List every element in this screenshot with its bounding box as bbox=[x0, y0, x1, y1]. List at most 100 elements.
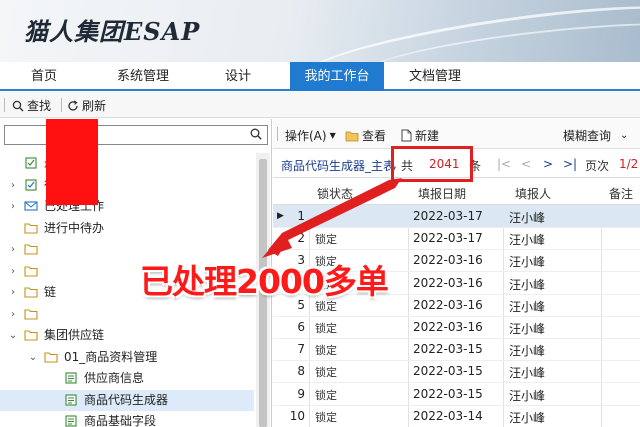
tree-item[interactable]: ⌄ 01_商品资料管理 bbox=[0, 347, 254, 368]
column-header-fill-date[interactable]: 填报日期 bbox=[418, 185, 466, 202]
tab-home[interactable]: 首页 bbox=[18, 62, 70, 91]
row-number: 7 bbox=[297, 342, 305, 357]
folder-icon bbox=[345, 131, 359, 141]
chevron-right-icon[interactable]: › bbox=[8, 175, 18, 196]
lock-status-cell: 锁定 bbox=[315, 410, 337, 424]
row-number: 10 bbox=[289, 408, 305, 423]
fill-date-cell: 2022-03-14 bbox=[413, 408, 483, 423]
filler-cell: 汪小峰 bbox=[509, 344, 546, 359]
chevron-down-icon: ⌄ bbox=[620, 130, 629, 141]
annotation-text: 已处理2000多单 bbox=[140, 262, 389, 301]
tree-item[interactable]: ›待办事宜 bbox=[0, 175, 254, 196]
tree-item[interactable]: 商品基础字段 bbox=[0, 411, 254, 427]
tree-item[interactable]: 供应商信息 bbox=[0, 368, 254, 389]
tree-item[interactable]: 最近使用 bbox=[0, 153, 254, 174]
filler-cell: 汪小峰 bbox=[509, 299, 546, 314]
table-row[interactable]: ▶ 1 2022-03-17 汪小峰 bbox=[273, 205, 640, 228]
find-label: 查找 bbox=[27, 99, 52, 113]
highlight-box bbox=[391, 146, 473, 182]
filler-cell: 汪小峰 bbox=[509, 277, 546, 292]
view-label: 查看 bbox=[362, 129, 387, 143]
tab-documents[interactable]: 文档管理 bbox=[396, 62, 474, 91]
table-row[interactable]: 7 锁定 2022-03-15 汪小峰 bbox=[273, 338, 640, 362]
lock-status-cell: 锁定 bbox=[315, 366, 337, 380]
filler-cell: 汪小峰 bbox=[509, 255, 546, 270]
toolbar-separator bbox=[61, 98, 62, 112]
app-header: 猫人集团ESAP bbox=[0, 0, 640, 62]
tree-item-label: 商品代码生成器 bbox=[84, 392, 169, 407]
filler-cell: 汪小峰 bbox=[509, 211, 546, 225]
fill-date-cell: 2022-03-16 bbox=[413, 320, 483, 334]
search-icon[interactable] bbox=[250, 128, 262, 140]
page-label: 页次 bbox=[585, 159, 610, 173]
new-label: 新建 bbox=[415, 129, 440, 143]
lock-status-cell: 锁定 bbox=[315, 233, 337, 247]
row-number: 1 bbox=[297, 209, 305, 223]
fill-date-cell: 2022-03-16 bbox=[413, 253, 483, 268]
chevron-right-icon[interactable]: › bbox=[8, 196, 18, 217]
refresh-button[interactable]: 刷新 bbox=[67, 97, 106, 114]
tree-item[interactable]: › bbox=[0, 304, 254, 325]
last-page-button[interactable]: >| bbox=[563, 157, 577, 171]
prev-page-button[interactable]: < bbox=[521, 157, 531, 171]
grid-header: 锁状态 填报日期 填报人 备注 bbox=[273, 179, 640, 205]
table-row[interactable]: 2 锁定 2022-03-17 汪小峰 bbox=[273, 227, 640, 251]
tree-item-label: 供应商信息 bbox=[84, 371, 145, 385]
page-value: 1/2 bbox=[619, 157, 639, 171]
table-row[interactable]: 8 锁定 2022-03-15 汪小峰 bbox=[273, 360, 640, 384]
column-header-remark[interactable]: 备注 bbox=[609, 185, 633, 202]
chevron-right-icon[interactable]: › bbox=[8, 261, 18, 282]
form-title: 商品代码生成器_主表 bbox=[281, 159, 396, 173]
operate-menu-button[interactable]: 操作(A) ▼ bbox=[285, 127, 336, 144]
fill-date-cell: 2022-03-16 bbox=[413, 297, 483, 312]
refresh-icon bbox=[68, 100, 78, 111]
redaction-block bbox=[46, 119, 98, 205]
filler-cell: 汪小峰 bbox=[509, 366, 546, 381]
chevron-right-icon[interactable]: › bbox=[8, 304, 18, 325]
lock-status-cell: 锁定 bbox=[315, 322, 337, 335]
filler-cell: 汪小峰 bbox=[509, 410, 546, 425]
row-number: 9 bbox=[297, 386, 305, 401]
fill-date-cell: 2022-03-16 bbox=[413, 275, 483, 290]
table-row[interactable]: 6 锁定 2022-03-16 汪小峰 bbox=[273, 316, 640, 339]
tree-item[interactable]: 商品代码生成器 bbox=[0, 389, 254, 411]
chevron-down-icon[interactable]: ⌄ bbox=[8, 325, 18, 346]
toolbar-grip bbox=[4, 98, 5, 112]
table-row[interactable]: 10 锁定 2022-03-14 汪小峰 bbox=[273, 405, 640, 427]
operate-label: 操作(A) bbox=[285, 129, 327, 143]
new-button[interactable]: 新建 bbox=[401, 127, 439, 144]
new-document-icon bbox=[401, 129, 412, 142]
fuzzy-search-label: 模糊查询 bbox=[563, 129, 612, 143]
main-nav: 首页 系统管理 设计 我的工作台 文档管理 bbox=[0, 62, 640, 91]
lock-status-cell: 锁定 bbox=[315, 344, 337, 358]
fuzzy-search-dropdown[interactable]: 模糊查询 ⌄ bbox=[563, 127, 628, 144]
tree-item[interactable]: ⌄ 集团供应链 bbox=[0, 325, 254, 346]
find-button[interactable]: 查找 bbox=[12, 97, 51, 114]
tree-item-label: 01_商品资料管理 bbox=[64, 349, 158, 364]
chevron-down-icon[interactable]: ⌄ bbox=[28, 347, 38, 368]
column-header-filler[interactable]: 填报人 bbox=[515, 185, 551, 202]
content-toolbar: 操作(A) ▼ 查看 新建 模糊查询 ⌄ bbox=[273, 119, 640, 149]
tree-item-label: 进行中待办 bbox=[44, 220, 105, 235]
lock-status-cell: 锁定 bbox=[315, 388, 337, 402]
row-number: 6 bbox=[297, 320, 305, 334]
tab-system-admin[interactable]: 系统管理 bbox=[104, 62, 182, 91]
data-grid: 锁状态 填报日期 填报人 备注 ▶ 1 2022-03-17 汪小峰 2 锁定 2022-0… bbox=[273, 179, 640, 427]
tab-my-workbench[interactable]: 我的工作台 bbox=[290, 62, 384, 91]
first-page-button[interactable]: |< bbox=[497, 157, 511, 171]
next-page-button[interactable]: > bbox=[543, 157, 553, 171]
column-header-lock-status[interactable]: 锁状态 bbox=[317, 185, 353, 202]
dropdown-caret-icon: ▼ bbox=[329, 131, 336, 140]
chevron-right-icon[interactable]: › bbox=[8, 239, 18, 260]
tree-item[interactable]: › 已处理工作 bbox=[0, 196, 254, 217]
tree-search-input[interactable] bbox=[4, 125, 268, 145]
table-row[interactable]: 9 锁定 2022-03-15 汪小峰 bbox=[273, 383, 640, 406]
row-number: 2 bbox=[297, 231, 305, 246]
tree-item[interactable]: 进行中待办 bbox=[0, 218, 254, 239]
chevron-right-icon[interactable]: › bbox=[8, 282, 18, 303]
tree-item-label: 商品基础字段 bbox=[84, 414, 157, 427]
fill-date-cell: 2022-03-15 bbox=[413, 386, 483, 401]
toolbar-grip bbox=[277, 127, 278, 141]
view-button[interactable]: 查看 bbox=[345, 127, 386, 144]
tab-design[interactable]: 设计 bbox=[212, 62, 264, 91]
